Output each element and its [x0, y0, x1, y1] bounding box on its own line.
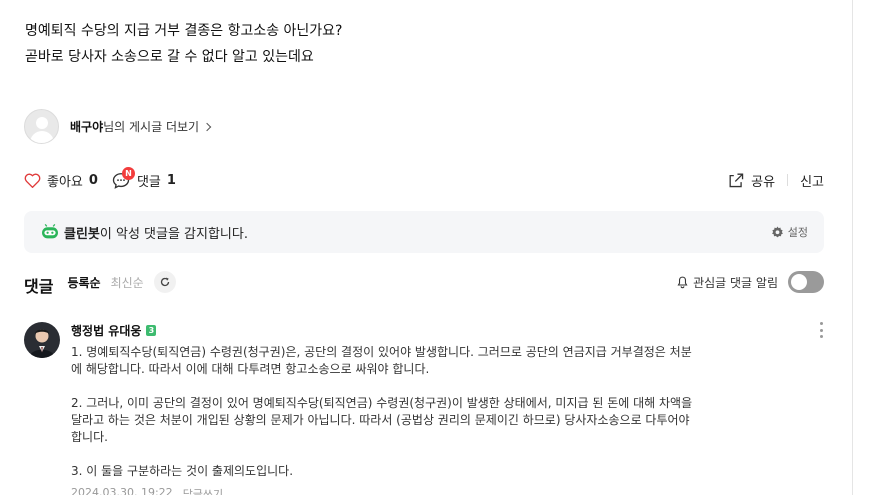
gear-icon: [771, 226, 783, 237]
comment-notify: 관심글 댓글 알림: [676, 271, 824, 293]
settings-label: 설정: [787, 226, 808, 239]
cleanbot-message: 이 악성 댓글을 감지합니다.: [99, 226, 248, 242]
comment-content: 행정법 유대웅 3 1. 명예퇴직수당(퇴직연금) 수령권(청구권)은, 공단의…: [71, 322, 831, 495]
comment-meta: 2024.03.30. 19:22 답글쓰기: [71, 486, 831, 495]
comment-author[interactable]: 행정법 유대웅: [71, 322, 141, 339]
avatar: [24, 109, 59, 144]
author-more-posts-link[interactable]: 배구야 님의 게시글 더보기: [24, 109, 212, 144]
post-line: 곧바로 당사자 소송으로 갈 수 없다 알고 있는데요: [25, 49, 314, 65]
comment-line: 1. 명예퇴직수당(퇴직연금) 수령권(청구권)은, 공단의 결정이 있어야 발…: [71, 345, 692, 359]
comment-line: 3. 이 둘을 구분하라는 것이 출제의도입니다.: [71, 464, 294, 478]
post-actions: 좋아요 0 N 댓글 1 공유 신고: [24, 166, 824, 192]
new-badge: N: [121, 166, 135, 180]
sort-registered-tab[interactable]: 등록순: [67, 274, 100, 291]
comment-count-button[interactable]: N 댓글 1: [112, 166, 176, 190]
post-line: 명예퇴직 수당의 지급 거부 결종은 항고소송 아닌가요?: [25, 23, 343, 39]
share-label: 공유: [751, 174, 776, 190]
chevron-right-icon: [202, 122, 212, 131]
cleanbot-name: 클린봇: [64, 226, 100, 242]
comment-text: 1. 명예퇴직수당(퇴직연금) 수령권(청구권)은, 공단의 결정이 있어야 발…: [71, 344, 801, 480]
report-button[interactable]: 신고: [800, 171, 824, 190]
share-icon: [729, 173, 744, 188]
post-actions-right: 공유 신고: [727, 171, 824, 190]
cleanbot-settings-button[interactable]: 설정: [771, 224, 808, 240]
comment-line: 합니다.: [71, 430, 108, 444]
comments-header: 댓글 등록순 최신순 관심글 댓글 알림: [24, 268, 824, 296]
comment-count: 1: [166, 172, 176, 188]
sort-latest-tab[interactable]: 최신순: [111, 274, 144, 291]
comment-line: [71, 378, 801, 395]
notify-label: 관심글 댓글 알림: [693, 275, 778, 290]
scroll-divider: [852, 0, 853, 495]
reply-button[interactable]: 답글쓰기: [183, 486, 223, 495]
like-button[interactable]: 좋아요 0: [24, 171, 98, 190]
author-more-label: 님의 게시글 더보기: [103, 120, 200, 134]
comment-label: 댓글: [136, 174, 161, 190]
author-link-text[interactable]: 배구야 님의 게시글 더보기: [70, 118, 212, 135]
post-body: 명예퇴직 수당의 지급 거부 결종은 항고소송 아닌가요? 곧바로 당사자 소송…: [25, 18, 343, 70]
refresh-icon: [160, 277, 169, 287]
divider: [787, 174, 789, 186]
comment-line: 2. 그러나, 이미 공단의 결정이 있어 명예퇴직수당(퇴직연금) 수령권(청…: [71, 396, 693, 410]
comment-line: 달라고 하는 것은 처분이 개입된 상황의 문제가 아닙니다. 따라서 (공법상…: [71, 413, 690, 427]
toggle-knob: [791, 274, 807, 290]
notify-toggle[interactable]: [788, 271, 824, 293]
comment-line: [71, 446, 801, 463]
like-count: 0: [88, 172, 98, 188]
comment-author-row: 행정법 유대웅 3: [71, 322, 831, 338]
commenter-photo-icon: [24, 322, 60, 358]
cleanbot-banner: 클린봇 이 악성 댓글을 감지합니다. 설정: [24, 211, 824, 253]
comment-date: 2024.03.30. 19:22: [71, 486, 173, 495]
comments-title: 댓글: [24, 277, 54, 296]
heart-icon: [24, 173, 41, 188]
level-badge: 3: [146, 324, 157, 336]
author-name: 배구야: [70, 120, 104, 134]
share-button[interactable]: 공유: [727, 171, 775, 190]
more-options-icon[interactable]: [820, 322, 824, 338]
refresh-button[interactable]: [153, 271, 176, 293]
cleanbot-robot-icon: [42, 224, 58, 239]
comment-line: 에 해당합니다. 따라서 이에 대해 다투려면 항고소송으로 싸워야 합니다.: [71, 362, 430, 376]
like-label: 좋아요: [47, 174, 83, 190]
avatar[interactable]: [24, 322, 60, 358]
cafe-post-page: 명예퇴직 수당의 지급 거부 결종은 항고소송 아닌가요? 곧바로 당사자 소송…: [0, 0, 870, 495]
bell-icon: [677, 276, 688, 289]
